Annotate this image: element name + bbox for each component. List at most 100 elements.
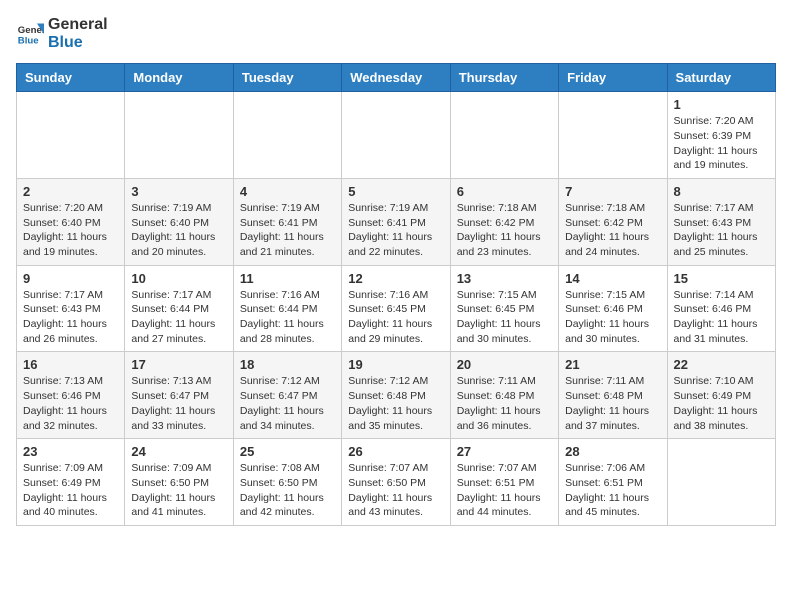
calendar-day-cell: 20Sunrise: 7:11 AM Sunset: 6:48 PM Dayli… [450,352,558,439]
page-header: General Blue General Blue [16,16,776,51]
calendar-day-cell: 17 Sunrise: 7:13 AM Sunset: 6:47 PM Dayli… [125,352,233,439]
day-info: Sunrise: 7:17 AM Sunset: 6:43 PM Dayligh… [23,288,118,347]
day-info: Sunrise: 7:17 AM Sunset: 6:44 PM Dayligh… [131,288,226,347]
day-number: 15 [674,271,769,286]
day-info: Sunrise: 7:12 AM Sunset: 6:47 PM Dayligh… [240,374,335,433]
calendar-day-cell: 10Sunrise: 7:17 AM Sunset: 6:44 PM Dayli… [125,265,233,352]
calendar-table: SundayMondayTuesdayWednesdayThursdayFrid… [16,63,776,526]
day-number: 22 [674,357,769,372]
day-number: 18 [240,357,335,372]
calendar-day-cell [342,92,450,179]
calendar-day-cell: 18 Sunrise: 7:12 AM Sunset: 6:47 PM Dayli… [233,352,341,439]
day-number: 17 [131,357,226,372]
calendar-day-cell: 22 Sunrise: 7:10 AM Sunset: 6:49 PM Dayli… [667,352,775,439]
calendar-day-cell: 7 Sunrise: 7:18 AM Sunset: 6:42 PM Daylig… [559,178,667,265]
calendar-day-cell: 2 Sunrise: 7:20 AM Sunset: 6:40 PM Daylig… [17,178,125,265]
calendar-week-row: 2 Sunrise: 7:20 AM Sunset: 6:40 PM Daylig… [17,178,776,265]
day-info: Sunrise: 7:19 AM Sunset: 6:40 PM Dayligh… [131,201,226,260]
day-info: Sunrise: 7:12 AM Sunset: 6:48 PM Dayligh… [348,374,443,433]
day-info: Sunrise: 7:19 AM Sunset: 6:41 PM Dayligh… [240,201,335,260]
day-info: Sunrise: 7:20 AM Sunset: 6:40 PM Dayligh… [23,201,118,260]
calendar-day-cell: 1 Sunrise: 7:20 AM Sunset: 6:39 PM Daylig… [667,92,775,179]
day-info: Sunrise: 7:18 AM Sunset: 6:42 PM Dayligh… [457,201,552,260]
calendar-day-cell: 19 Sunrise: 7:12 AM Sunset: 6:48 PM Dayli… [342,352,450,439]
day-number: 16 [23,357,118,372]
calendar-day-cell: 5 Sunrise: 7:19 AM Sunset: 6:41 PM Daylig… [342,178,450,265]
day-info: Sunrise: 7:14 AM Sunset: 6:46 PM Dayligh… [674,288,769,347]
day-of-week-header: Friday [559,64,667,92]
day-number: 7 [565,184,660,199]
day-of-week-header: Monday [125,64,233,92]
day-info: Sunrise: 7:19 AM Sunset: 6:41 PM Dayligh… [348,201,443,260]
calendar-day-cell: 11 Sunrise: 7:16 AM Sunset: 6:44 PM Dayli… [233,265,341,352]
day-number: 9 [23,271,118,286]
day-number: 14 [565,271,660,286]
day-number: 27 [457,444,552,459]
calendar-day-cell: 25 Sunrise: 7:08 AM Sunset: 6:50 PM Dayli… [233,439,341,526]
calendar-day-cell: 27 Sunrise: 7:07 AM Sunset: 6:51 PM Dayli… [450,439,558,526]
calendar-day-cell: 28Sunrise: 7:06 AM Sunset: 6:51 PM Dayli… [559,439,667,526]
day-number: 19 [348,357,443,372]
calendar-day-cell: 4 Sunrise: 7:19 AM Sunset: 6:41 PM Daylig… [233,178,341,265]
day-number: 8 [674,184,769,199]
calendar-day-cell: 14 Sunrise: 7:15 AM Sunset: 6:46 PM Dayli… [559,265,667,352]
calendar-day-cell: 26Sunrise: 7:07 AM Sunset: 6:50 PM Dayli… [342,439,450,526]
calendar-day-cell [450,92,558,179]
calendar-day-cell [233,92,341,179]
day-info: Sunrise: 7:15 AM Sunset: 6:45 PM Dayligh… [457,288,552,347]
day-number: 1 [674,97,769,112]
day-info: Sunrise: 7:16 AM Sunset: 6:45 PM Dayligh… [348,288,443,347]
day-of-week-header: Thursday [450,64,558,92]
day-info: Sunrise: 7:06 AM Sunset: 6:51 PM Dayligh… [565,461,660,520]
day-number: 3 [131,184,226,199]
day-info: Sunrise: 7:16 AM Sunset: 6:44 PM Dayligh… [240,288,335,347]
day-info: Sunrise: 7:07 AM Sunset: 6:51 PM Dayligh… [457,461,552,520]
calendar-day-cell: 21 Sunrise: 7:11 AM Sunset: 6:48 PM Dayli… [559,352,667,439]
day-number: 21 [565,357,660,372]
day-number: 12 [348,271,443,286]
day-number: 2 [23,184,118,199]
day-number: 23 [23,444,118,459]
day-of-week-header: Tuesday [233,64,341,92]
day-of-week-header: Sunday [17,64,125,92]
day-number: 13 [457,271,552,286]
calendar-day-cell [667,439,775,526]
calendar-day-cell: 15 Sunrise: 7:14 AM Sunset: 6:46 PM Dayli… [667,265,775,352]
day-info: Sunrise: 7:11 AM Sunset: 6:48 PM Dayligh… [565,374,660,433]
day-number: 25 [240,444,335,459]
calendar-day-cell: 12 Sunrise: 7:16 AM Sunset: 6:45 PM Dayli… [342,265,450,352]
day-info: Sunrise: 7:15 AM Sunset: 6:46 PM Dayligh… [565,288,660,347]
calendar-day-cell: 13 Sunrise: 7:15 AM Sunset: 6:45 PM Dayli… [450,265,558,352]
calendar-day-cell: 8 Sunrise: 7:17 AM Sunset: 6:43 PM Daylig… [667,178,775,265]
calendar-day-cell [559,92,667,179]
calendar-day-cell: 3 Sunrise: 7:19 AM Sunset: 6:40 PM Daylig… [125,178,233,265]
day-of-week-header: Saturday [667,64,775,92]
day-number: 6 [457,184,552,199]
day-info: Sunrise: 7:08 AM Sunset: 6:50 PM Dayligh… [240,461,335,520]
calendar-header-row: SundayMondayTuesdayWednesdayThursdayFrid… [17,64,776,92]
calendar-week-row: 9 Sunrise: 7:17 AM Sunset: 6:43 PM Daylig… [17,265,776,352]
calendar-day-cell: 9 Sunrise: 7:17 AM Sunset: 6:43 PM Daylig… [17,265,125,352]
calendar-day-cell [17,92,125,179]
calendar-day-cell: 6 Sunrise: 7:18 AM Sunset: 6:42 PM Daylig… [450,178,558,265]
day-info: Sunrise: 7:18 AM Sunset: 6:42 PM Dayligh… [565,201,660,260]
day-number: 20 [457,357,552,372]
logo-general: General [48,16,108,34]
calendar-week-row: 23 Sunrise: 7:09 AM Sunset: 6:49 PM Dayli… [17,439,776,526]
calendar-day-cell: 23 Sunrise: 7:09 AM Sunset: 6:49 PM Dayli… [17,439,125,526]
day-number: 5 [348,184,443,199]
day-info: Sunrise: 7:09 AM Sunset: 6:50 PM Dayligh… [131,461,226,520]
day-info: Sunrise: 7:10 AM Sunset: 6:49 PM Dayligh… [674,374,769,433]
day-number: 24 [131,444,226,459]
calendar-week-row: 1 Sunrise: 7:20 AM Sunset: 6:39 PM Daylig… [17,92,776,179]
svg-text:Blue: Blue [18,35,39,46]
calendar-day-cell: 24 Sunrise: 7:09 AM Sunset: 6:50 PM Dayli… [125,439,233,526]
day-info: Sunrise: 7:17 AM Sunset: 6:43 PM Dayligh… [674,201,769,260]
day-number: 11 [240,271,335,286]
calendar-week-row: 16Sunrise: 7:13 AM Sunset: 6:46 PM Dayli… [17,352,776,439]
day-info: Sunrise: 7:13 AM Sunset: 6:47 PM Dayligh… [131,374,226,433]
day-info: Sunrise: 7:20 AM Sunset: 6:39 PM Dayligh… [674,114,769,173]
day-number: 4 [240,184,335,199]
day-info: Sunrise: 7:09 AM Sunset: 6:49 PM Dayligh… [23,461,118,520]
logo: General Blue General Blue [16,16,108,51]
